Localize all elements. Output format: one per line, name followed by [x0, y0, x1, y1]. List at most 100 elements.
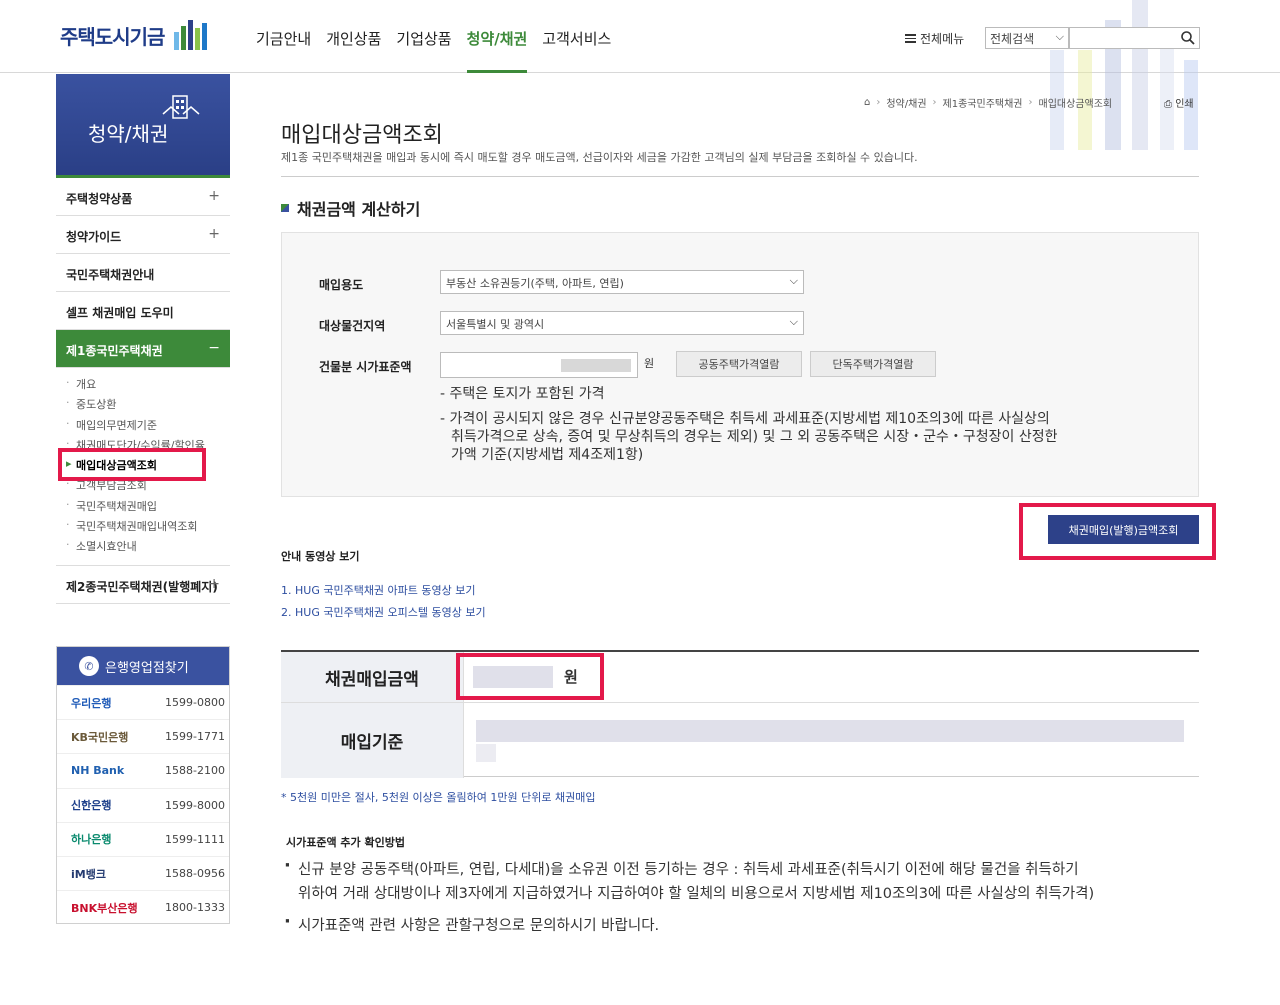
purpose-label: 매입용도 — [319, 278, 364, 292]
page-title: 매입대상금액조회 — [281, 123, 443, 148]
submenu-item-exemption[interactable]: 매입의무면제기준 — [66, 417, 230, 437]
decorative-buildings-icon — [1050, 0, 1198, 150]
sidebar-item-bond-guide[interactable]: 국민주택채권안내 — [56, 254, 230, 292]
gnb-item-customer[interactable]: 고객서비스 — [542, 0, 611, 73]
bank-name: NH Bank — [71, 764, 125, 778]
highlight-box-button — [1019, 503, 1216, 560]
video-link-apartment[interactable]: 1. HUG 국민주택채권 아파트 동영상 보기 — [281, 582, 476, 598]
bank-row[interactable]: 하나은행 1599-1111 — [57, 821, 229, 856]
sidebar-item-label: 청약가이드 — [66, 230, 122, 244]
bank-number: 1599-0800 — [165, 696, 225, 710]
bank-row[interactable]: 우리은행 1599-0800 — [57, 685, 229, 719]
bank-name: iM뱅크 — [71, 867, 106, 881]
logo-mark-icon — [174, 20, 208, 50]
site-logo[interactable]: 주택도시기금 — [60, 18, 212, 52]
sidebar-item-label: 주택청약상품 — [66, 192, 133, 206]
basis-header: 매입기준 — [281, 703, 464, 778]
submenu-item-purchase-history[interactable]: 국민주택채권매입내역조회 — [66, 518, 230, 538]
bank-row[interactable]: iM뱅크 1588-0956 — [57, 855, 229, 890]
sidebar-item-subscription-guide[interactable]: 청약가이드 + — [56, 216, 230, 254]
sidebar-item-self-bond-helper[interactable]: 셀프 채권매입 도우미 — [56, 292, 230, 330]
bank-finder: ✆ 은행영업점찾기 우리은행 1599-0800 KB국민은행 1599-177… — [56, 646, 230, 924]
note-text: 취득가격으로 상속, 증여 및 무상취득의 경우는 제외) 및 그 외 공동주택… — [451, 429, 1058, 445]
bond-calc-form: 매입용도 부동산 소유권등기(주택, 아파트, 연립) ⌵ 대상물건지역 서울특… — [281, 232, 1199, 497]
chevron-right-icon: › — [876, 97, 881, 108]
bank-row[interactable]: 신한은행 1599-8000 — [57, 787, 229, 822]
sidebar-item-type2-bond[interactable]: 제2종국민주택채권(발행폐지) + — [56, 566, 230, 604]
result-row-amount: 채권매입금액 원 — [281, 652, 1199, 703]
bank-name: KB국민은행 — [71, 730, 129, 744]
chevron-down-icon: ⌵ — [789, 274, 798, 287]
sidebar-item-label: 제1종국민주택채권 — [66, 344, 163, 358]
home-icon[interactable]: ⌂ — [864, 97, 870, 108]
section-bullet-icon — [281, 204, 289, 212]
bank-name: BNK부산은행 — [71, 901, 138, 915]
bank-number: 1599-1771 — [165, 730, 225, 744]
region-select-value: 서울특별시 및 광역시 — [446, 318, 545, 331]
submenu-item-prescription[interactable]: 소멸시효안내 — [66, 538, 230, 558]
info-item: 시가표준액 관련 사항은 관할구청으로 문의하시기 바랍니다. — [284, 910, 660, 938]
note-text: - 가격이 공시되지 않은 경우 신규분양공동주택은 취득세 과세표준(지방세법… — [440, 411, 1050, 427]
bank-name: 신한은행 — [71, 799, 112, 813]
chevron-down-icon: ⌵ — [1055, 30, 1064, 43]
logo-text: 주택도시기금 — [60, 24, 165, 49]
video-section-title: 안내 동영상 보기 — [281, 550, 360, 563]
search-icon[interactable] — [1180, 30, 1196, 46]
global-nav: 기금안내 개인상품 기업상품 청약/채권 고객서비스 — [256, 0, 626, 73]
sidebar-nav: 주택청약상품 + 청약가이드 + 국민주택채권안내 셀프 채권매입 도우미 제1… — [56, 178, 230, 604]
info-text: 신규 분양 공동주택(아파트, 연립, 다세대)을 소유권 이전 등기하는 경우… — [298, 862, 1079, 878]
breadcrumb-item[interactable]: 매입대상금액조회 — [1039, 95, 1113, 110]
video-link-officetel[interactable]: 2. HUG 국민주택채권 오피스텔 동영상 보기 — [281, 604, 486, 620]
breadcrumb: ⌂ › 청약/채권 › 제1종국민주택채권 › 매입대상금액조회 — [864, 95, 1112, 110]
purpose-select[interactable]: 부동산 소유권등기(주택, 아파트, 연립) ⌵ — [440, 270, 804, 294]
bank-row[interactable]: NH Bank 1588-2100 — [57, 753, 229, 787]
note-text: - 주택은 토지가 포함된 가격 — [440, 386, 605, 402]
all-menu-button[interactable]: 전체메뉴 — [905, 30, 964, 47]
apartment-price-button[interactable]: 공동주택가격열람 — [676, 351, 802, 377]
chevron-right-icon: › — [1028, 97, 1033, 108]
plus-icon: + — [208, 226, 220, 242]
info-title: 시가표준액 추가 확인방법 — [286, 836, 405, 849]
divider — [281, 176, 1199, 177]
gnb-item-business[interactable]: 기업상품 — [396, 0, 451, 73]
info-text: 시가표준액 관련 사항은 관할구청으로 문의하시기 바랍니다. — [298, 918, 660, 934]
price-unit: 원 — [644, 357, 655, 370]
gnb-item-personal[interactable]: 개인상품 — [326, 0, 381, 73]
bank-finder-header[interactable]: ✆ 은행영업점찾기 — [57, 647, 229, 685]
chevron-down-icon: ⌵ — [789, 315, 798, 328]
bank-number: 1599-8000 — [165, 798, 225, 812]
bank-row[interactable]: KB국민은행 1599-1771 — [57, 719, 229, 753]
result-table: 채권매입금액 원 매입기준 — [281, 650, 1199, 778]
gnb-item-fund[interactable]: 기금안내 — [256, 0, 311, 73]
bank-row[interactable]: BNK부산은행 1800-1333 — [57, 890, 229, 924]
sidebar-item-label: 국민주택채권안내 — [66, 268, 155, 282]
search-scope-value: 전체검색 — [990, 32, 1035, 46]
sidebar-item-label: 제2종국민주택채권(발행폐지) — [66, 579, 218, 594]
bank-name: 우리은행 — [71, 696, 112, 710]
amount-header: 채권매입금액 — [281, 652, 464, 702]
house-price-button[interactable]: 단독주택가격열람 — [810, 351, 936, 377]
plus-icon: + — [208, 575, 220, 592]
price-input[interactable] — [440, 352, 638, 378]
bank-number: 1800-1333 — [165, 901, 225, 915]
bank-number: 1588-2100 — [165, 764, 225, 778]
sidebar-item-housing-subscription[interactable]: 주택청약상품 + — [56, 178, 230, 216]
redacted-basis — [476, 744, 496, 762]
breadcrumb-item[interactable]: 청약/채권 — [886, 95, 926, 110]
redacted-basis — [476, 720, 1184, 742]
submenu-item-early-repayment[interactable]: 중도상환 — [66, 396, 230, 416]
sidebar-title-box: 청약/채권 — [56, 74, 230, 178]
submenu-item-bond-purchase[interactable]: 국민주택채권매입 — [66, 498, 230, 518]
sidebar-item-type1-bond[interactable]: 제1종국민주택채권 − — [56, 330, 230, 368]
region-label: 대상물건지역 — [319, 319, 386, 333]
gnb-item-subscription-bond[interactable]: 청약/채권 — [466, 0, 527, 73]
header: 주택도시기금 기금안내 개인상품 기업상품 청약/채권 고객서비스 전체메뉴 전… — [0, 0, 1280, 150]
breadcrumb-item[interactable]: 제1종국민주택채권 — [943, 95, 1023, 110]
print-button[interactable]: ⎙ 인쇄 — [1164, 95, 1194, 110]
chevron-right-icon: › — [932, 97, 937, 108]
submenu-item-overview[interactable]: 개요 — [66, 376, 230, 396]
region-select[interactable]: 서울특별시 및 광역시 ⌵ — [440, 311, 804, 335]
search-scope-select[interactable]: 전체검색 ⌵ — [985, 27, 1069, 49]
hamburger-icon — [905, 34, 916, 43]
all-menu-label: 전체메뉴 — [920, 32, 965, 46]
